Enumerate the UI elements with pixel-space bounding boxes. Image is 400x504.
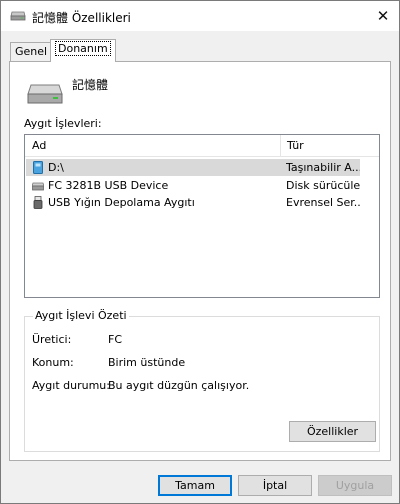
properties-button-label: Özellikler [306, 425, 359, 438]
drive-icon [10, 11, 26, 21]
tab-hardware[interactable]: Donanım [50, 39, 116, 62]
list-item-name: USB Yığın Depolama Aygıtı [48, 196, 195, 209]
tab-general[interactable]: Genel [10, 42, 53, 61]
apply-button-label: Uygula [335, 479, 375, 492]
manufacturer-label: Üretici: [32, 333, 72, 346]
list-item[interactable]: D:\ Taşınabilir A... [26, 159, 360, 176]
drive-icon [27, 84, 63, 104]
column-header-name[interactable]: Ad [32, 139, 46, 152]
list-item-type: Disk sürücüleri [286, 179, 360, 192]
list-item-name: D:\ [48, 161, 64, 174]
removable-drive-icon [33, 161, 43, 174]
column-header-type[interactable]: Tür [280, 135, 381, 157]
hardware-panel: 記憶體 Aygıt İşlevleri: Ad Tür D:\ Taşınabi… [9, 61, 391, 461]
tab-hardware-label: Donanım [55, 41, 111, 56]
tab-general-label: Genel [15, 45, 48, 58]
close-icon: ✕ [376, 7, 390, 25]
location-label: Konum: [32, 356, 74, 369]
list-item-type: Evrensel Ser... [286, 196, 360, 209]
window-title: 記憶體 Özellikleri [32, 11, 131, 25]
device-status-value: Bu aygıt düzgün çalışıyor. [108, 379, 250, 392]
ok-button[interactable]: Tamam [158, 475, 232, 496]
device-function-summary: Aygıt İşlevi Özeti Üretici: FC Konum: Bi… [24, 309, 380, 452]
ok-button-label: Tamam [175, 479, 215, 492]
title-bar: 記憶體 Özellikleri ✕ [1, 1, 399, 31]
list-item-name: FC 3281B USB Device [48, 179, 169, 192]
manufacturer-value: FC [108, 333, 123, 346]
device-functions-list[interactable]: Ad Tür D:\ Taşınabilir A... FC 3281B USB… [24, 134, 380, 298]
list-item-type: Taşınabilir A... [286, 161, 360, 174]
usb-icon [33, 196, 43, 209]
apply-button[interactable]: Uygula [318, 475, 392, 496]
device-status-label: Aygıt durumu: [32, 379, 110, 392]
close-button[interactable]: ✕ [367, 1, 399, 31]
cancel-button[interactable]: İptal [238, 475, 312, 496]
cancel-button-label: İptal [262, 479, 288, 492]
summary-title: Aygıt İşlevi Özeti [33, 309, 129, 322]
device-functions-label: Aygıt İşlevleri: [24, 117, 102, 130]
list-item[interactable]: USB Yığın Depolama Aygıtı Evrensel Ser..… [26, 194, 360, 211]
list-item[interactable]: FC 3281B USB Device Disk sürücüleri [26, 177, 360, 194]
list-header: Ad Tür [25, 135, 379, 157]
properties-button[interactable]: Özellikler [289, 421, 376, 442]
properties-window: 記憶體 Özellikleri ✕ Genel Donanım 記憶體 Aygı… [0, 0, 400, 504]
location-value: Birim üstünde [108, 356, 186, 369]
disk-drive-icon [32, 182, 44, 191]
device-name: 記憶體 [72, 78, 109, 92]
